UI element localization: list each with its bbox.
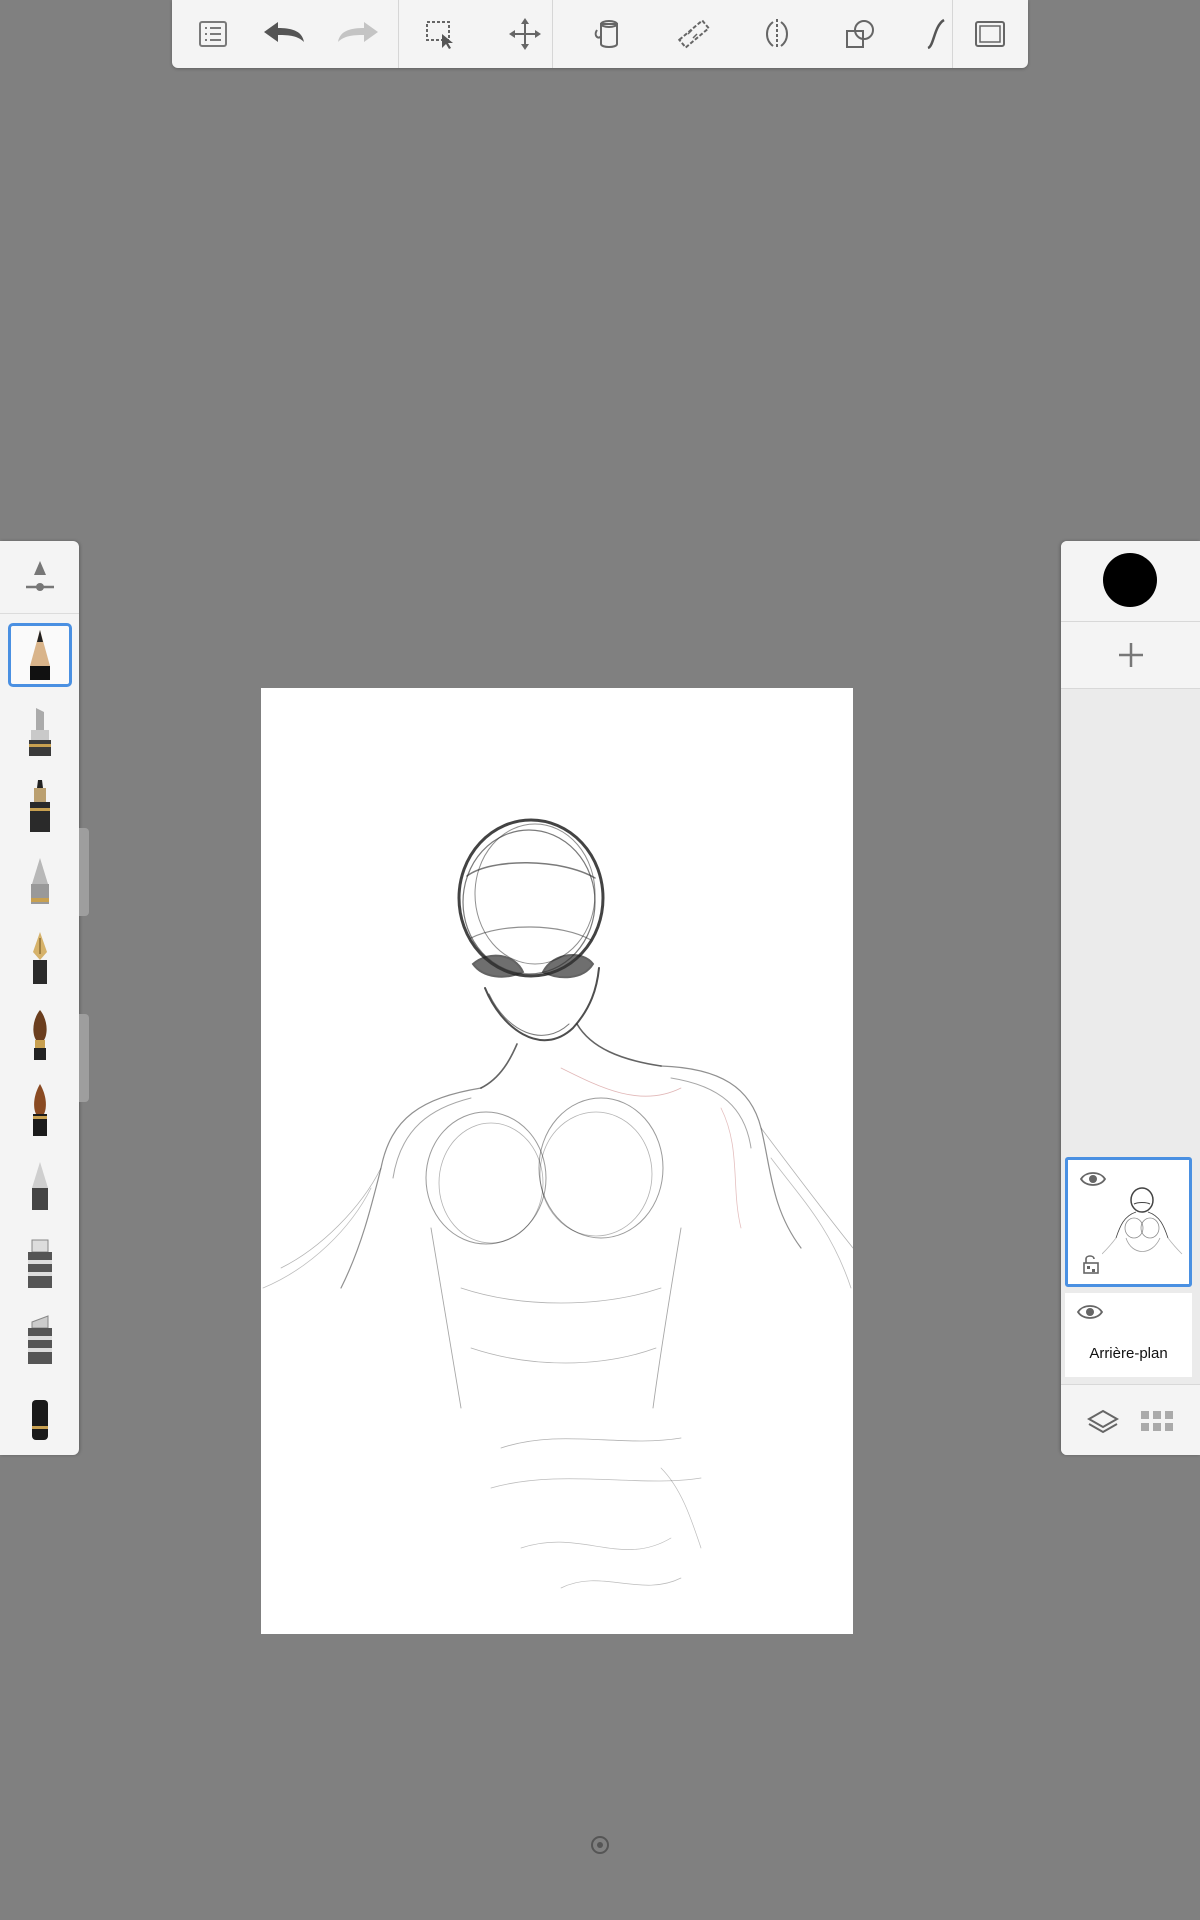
eye-icon[interactable] (1077, 1303, 1103, 1321)
brush-palette (0, 541, 79, 1455)
list-menu-icon[interactable] (189, 10, 237, 58)
grid-icon[interactable] (1139, 1403, 1175, 1439)
panel-handle[interactable] (79, 828, 89, 916)
layer-footer (1061, 1384, 1200, 1455)
brush-marker[interactable] (8, 699, 72, 763)
current-color-swatch[interactable] (1103, 553, 1157, 607)
layer-panel: Arrière-plan (1061, 541, 1200, 1455)
marker-icon (29, 708, 51, 756)
redo-arrow-icon[interactable] (334, 10, 382, 58)
move-arrows-icon[interactable] (501, 10, 549, 58)
brush-chisel-marker[interactable] (8, 1231, 72, 1295)
brush-eraser[interactable] (8, 1383, 72, 1447)
undo-arrow-icon[interactable] (260, 10, 308, 58)
pencil-icon (30, 630, 50, 680)
layer-item-sketch[interactable] (1065, 1157, 1192, 1287)
canvas-pivot-icon[interactable] (589, 1834, 611, 1856)
ballpoint-icon (31, 858, 49, 904)
ruler-icon[interactable] (670, 10, 718, 58)
selection-icon[interactable] (416, 10, 464, 58)
brush-wide-marker[interactable] (8, 1307, 72, 1371)
lock-icon[interactable] (1082, 1254, 1100, 1274)
paint-bucket-icon[interactable] (585, 10, 633, 58)
brush-pencil[interactable] (8, 623, 72, 687)
layers-icon[interactable] (1085, 1403, 1121, 1439)
paintbrush-icon (33, 1010, 47, 1060)
brush-airbrush[interactable] (8, 1155, 72, 1219)
wide-marker-icon (28, 1315, 52, 1364)
spiderman-sketch (262, 818, 853, 1589)
top-toolbar (172, 0, 1028, 68)
plus-icon (1118, 643, 1143, 667)
brush-properties-icon (25, 561, 54, 591)
symmetry-icon[interactable] (753, 10, 801, 58)
brush-fountain-pen[interactable] (8, 927, 72, 991)
layer-name: Arrière-plan (1089, 1345, 1168, 1362)
shapes-icon[interactable] (836, 10, 884, 58)
brush-felt-pen[interactable] (8, 775, 72, 839)
felt-pen-icon (30, 780, 50, 832)
panel-handle[interactable] (79, 1014, 89, 1102)
eraser-icon (32, 1400, 48, 1440)
add-layer-button[interactable] (1061, 622, 1200, 689)
brush-ballpoint[interactable] (8, 851, 72, 915)
layer-item-background[interactable]: Arrière-plan (1065, 1293, 1192, 1377)
brush-properties-button[interactable] (0, 541, 79, 614)
chisel-marker-icon (28, 1239, 52, 1288)
brush-paintbrush[interactable] (8, 1003, 72, 1067)
airbrush-icon (32, 1162, 48, 1210)
drawing-canvas[interactable] (261, 688, 853, 1634)
layer-thumbnail (1102, 1187, 1183, 1255)
fountain-pen-icon (33, 932, 47, 984)
fullscreen-icon[interactable] (966, 10, 1014, 58)
ink-brush-icon (33, 1084, 47, 1136)
brush-ink-brush[interactable] (8, 1079, 72, 1143)
color-picker-button[interactable] (1061, 541, 1200, 622)
